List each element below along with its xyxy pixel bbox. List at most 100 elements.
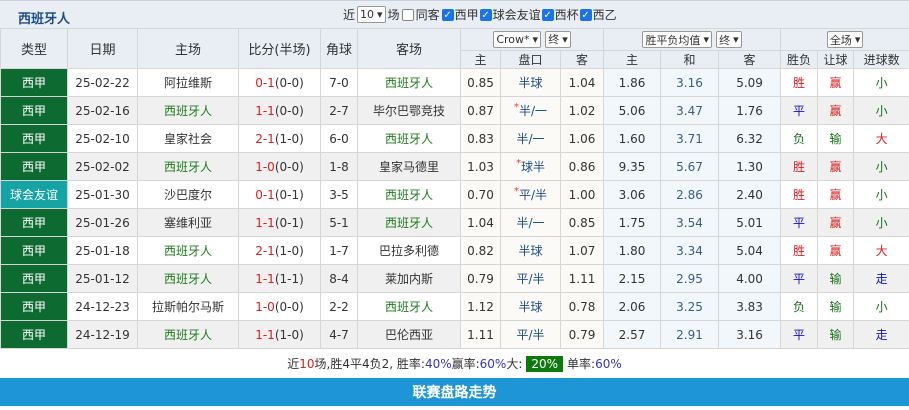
result: 胜 bbox=[780, 68, 819, 97]
match-date: 24-12-23 bbox=[67, 292, 138, 321]
company-select[interactable]: Crow* ▾ bbox=[493, 31, 542, 49]
away-team[interactable]: 西班牙人 bbox=[357, 180, 461, 209]
score[interactable]: 2-1(1-0) bbox=[238, 124, 321, 153]
filter-checkbox[interactable]: ✓ bbox=[541, 8, 554, 21]
handicap-value: 半球 bbox=[518, 76, 543, 90]
avg-draw: 3.16 bbox=[660, 68, 720, 97]
recent-count-select[interactable]: 10 ▾ bbox=[357, 6, 386, 23]
home-team[interactable]: 西班牙人 bbox=[137, 320, 239, 349]
away-team[interactable]: 西班牙人 bbox=[357, 208, 461, 237]
score[interactable]: 0-1(0-0) bbox=[238, 68, 321, 97]
match-type[interactable]: 球会友谊 bbox=[0, 180, 68, 209]
score[interactable]: 1-1(0-0) bbox=[238, 96, 321, 125]
col-away: 客场 bbox=[357, 28, 461, 69]
scope-select[interactable]: 全场 ▾ bbox=[826, 31, 864, 48]
score[interactable]: 1-0(0-0) bbox=[238, 292, 321, 321]
away-odds: 0.86 bbox=[559, 152, 605, 181]
handicap: 半球 bbox=[500, 236, 561, 265]
away-team[interactable]: 西班牙人 bbox=[357, 68, 461, 97]
score[interactable]: 1-1(0-1) bbox=[238, 208, 321, 237]
recent-label: 近 bbox=[343, 8, 356, 22]
home-odds: 0.87 bbox=[460, 96, 501, 125]
avg-win: 1.80 bbox=[603, 236, 662, 265]
home-odds: 0.82 bbox=[460, 236, 501, 265]
home-team[interactable]: 皇家社会 bbox=[137, 124, 239, 153]
handicap: 半/一 bbox=[500, 208, 561, 237]
match-type[interactable]: 西甲 bbox=[0, 264, 68, 293]
away-team[interactable]: 巴拉多利德 bbox=[357, 236, 461, 265]
company-value: Crow* bbox=[496, 33, 530, 47]
same-away-checkbox[interactable] bbox=[401, 8, 414, 21]
handicap-result: 输 bbox=[817, 124, 855, 153]
score[interactable]: 0-1(0-1) bbox=[238, 180, 321, 209]
match-type[interactable]: 西甲 bbox=[0, 68, 68, 97]
match-table: 类型 日期 主场 比分(半场) 角球 客场 Crow* ▾ 终 ▾ 胜平负均值 ▾ 终… bbox=[0, 28, 909, 349]
match-type[interactable]: 西甲 bbox=[0, 152, 68, 181]
score[interactable]: 1-1(1-1) bbox=[238, 264, 321, 293]
away-team[interactable]: 巴伦西亚 bbox=[357, 320, 461, 349]
subcol-header: 让球 bbox=[817, 50, 855, 69]
subcol-header: 进球数 bbox=[853, 50, 909, 69]
avg-stage-select[interactable]: 终 ▾ bbox=[716, 31, 742, 48]
result: 平 bbox=[780, 96, 819, 125]
home-team[interactable]: 西班牙人 bbox=[137, 152, 239, 181]
score[interactable]: 2-1(1-0) bbox=[238, 236, 321, 265]
filter-checkbox[interactable]: ✓ bbox=[479, 8, 492, 21]
summary-text: 近 bbox=[287, 357, 300, 371]
home-team[interactable]: 塞维利亚 bbox=[137, 208, 239, 237]
match-type[interactable]: 西甲 bbox=[0, 236, 68, 265]
corners: 6-0 bbox=[320, 124, 358, 153]
filter-bar: 近 10 ▾ 场 同客 ✓ 西甲 ✓ 球会友谊 ✓ 西杯 ✓ 西乙 bbox=[343, 6, 617, 23]
home-team[interactable]: 西班牙人 bbox=[137, 96, 239, 125]
league-trend-button[interactable]: 联赛盘路走势 bbox=[0, 378, 909, 406]
score[interactable]: 1-1(1-0) bbox=[238, 320, 321, 349]
filter-checkbox[interactable]: ✓ bbox=[441, 8, 454, 21]
avg-win: 3.06 bbox=[603, 180, 662, 209]
away-odds: 1.00 bbox=[559, 180, 605, 209]
avg-select[interactable]: 胜平负均值 ▾ bbox=[642, 31, 712, 48]
team-header: 西班牙人 近 10 ▾ 场 同客 ✓ 西甲 ✓ 球会友谊 ✓ 西杯 ✓ 西乙 bbox=[0, 0, 909, 28]
avg-draw: 3.34 bbox=[660, 236, 720, 265]
odds-header: Crow* ▾ 终 ▾ bbox=[459, 28, 605, 51]
odds-stage-select[interactable]: 终 ▾ bbox=[545, 30, 571, 48]
away-team[interactable]: 西班牙人 bbox=[357, 124, 461, 153]
home-team[interactable]: 拉斯帕尔马斯 bbox=[137, 292, 239, 321]
recent-count-value: 10 bbox=[360, 8, 375, 21]
table-row: 西甲 25-02-22 阿拉维斯 0-1(0-0) 7-0 西班牙人 0.85 … bbox=[0, 68, 909, 97]
away-team[interactable]: 西班牙人 bbox=[357, 292, 461, 321]
result: 平 bbox=[780, 264, 819, 293]
half-time-score: (1-0) bbox=[274, 243, 304, 258]
match-type[interactable]: 西甲 bbox=[0, 292, 68, 321]
goals-result: 走 bbox=[853, 264, 909, 293]
away-odds: 0.78 bbox=[559, 292, 605, 321]
avg-header: 胜平负均值 ▾ 终 ▾ bbox=[603, 28, 782, 51]
home-team[interactable]: 西班牙人 bbox=[137, 236, 239, 265]
away-odds: 1.06 bbox=[559, 124, 605, 153]
col-corner: 角球 bbox=[320, 28, 358, 69]
home-odds: 1.04 bbox=[460, 208, 501, 237]
goals-result: 大 bbox=[853, 236, 909, 265]
match-type[interactable]: 西甲 bbox=[0, 320, 68, 349]
avg-win: 1.75 bbox=[603, 208, 662, 237]
corners: 1-8 bbox=[320, 152, 358, 181]
match-type[interactable]: 西甲 bbox=[0, 208, 68, 237]
match-type[interactable]: 西甲 bbox=[0, 96, 68, 125]
away-team[interactable]: 毕尔巴鄂竞技 bbox=[357, 96, 461, 125]
full-time-score: 1-1 bbox=[255, 327, 275, 342]
table-row: 西甲 25-01-18 西班牙人 2-1(1-0) 1-7 巴拉多利德 0.82… bbox=[0, 236, 909, 265]
away-team[interactable]: 莱加内斯 bbox=[357, 264, 461, 293]
chevron-down-icon: ▾ bbox=[733, 33, 739, 46]
handicap-value: 球半 bbox=[520, 160, 545, 174]
away-team[interactable]: 皇家马德里 bbox=[357, 152, 461, 181]
odd-rate: 60% bbox=[595, 356, 622, 371]
avg-win: 9.35 bbox=[603, 152, 662, 181]
home-team[interactable]: 沙巴度尔 bbox=[137, 180, 239, 209]
filter-checkbox[interactable]: ✓ bbox=[579, 8, 592, 21]
home-team[interactable]: 阿拉维斯 bbox=[137, 68, 239, 97]
home-team[interactable]: 西班牙人 bbox=[137, 264, 239, 293]
chevron-down-icon: ▾ bbox=[532, 33, 539, 47]
full-time-score: 1-1 bbox=[255, 271, 275, 286]
match-type[interactable]: 西甲 bbox=[0, 124, 68, 153]
score[interactable]: 1-0(0-0) bbox=[238, 152, 321, 181]
avg-draw: 3.47 bbox=[660, 96, 720, 125]
